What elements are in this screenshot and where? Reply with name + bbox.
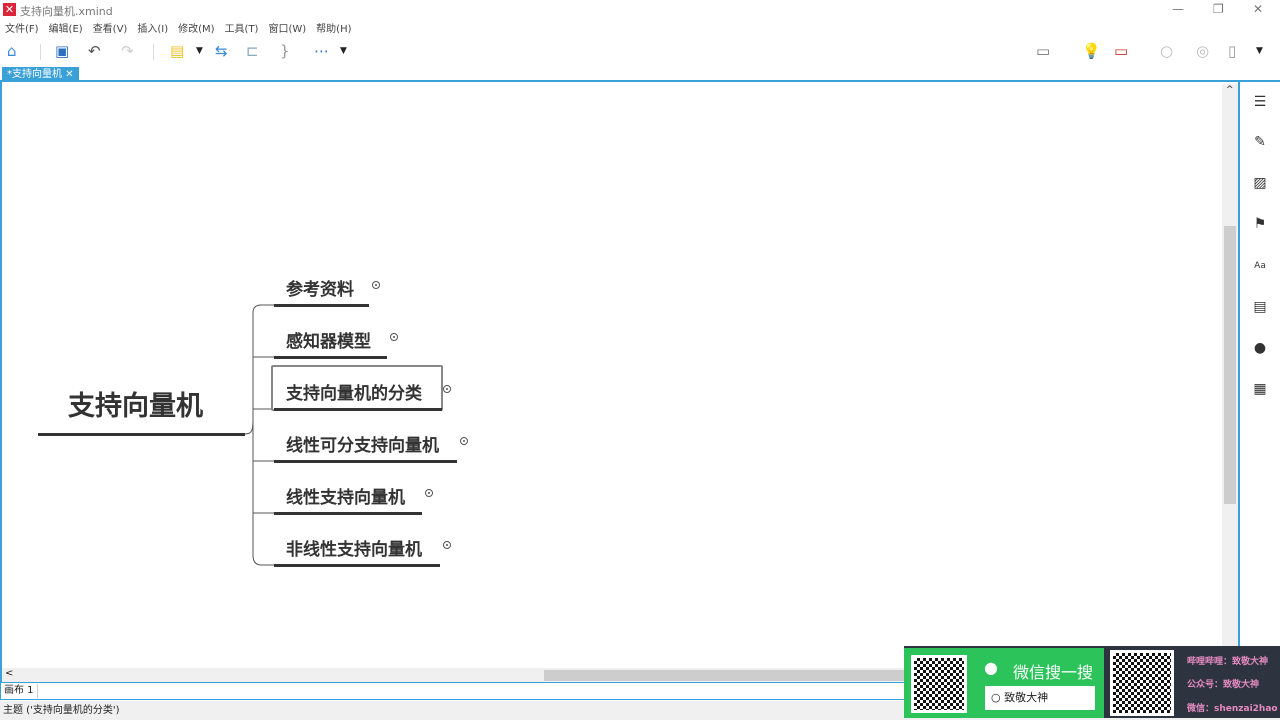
topic-underline <box>274 304 369 307</box>
expand-icon[interactable] <box>460 437 468 445</box>
expand-icon[interactable] <box>390 333 398 341</box>
central-topic[interactable]: 支持向量机 <box>68 384 203 423</box>
qr-code-image <box>1110 650 1174 716</box>
topic-nonlinear-svm[interactable]: 非线性支持向量机 <box>286 535 422 560</box>
topic-linear-separable-svm[interactable]: 线性可分支持向量机 <box>286 431 439 456</box>
expand-icon[interactable] <box>443 541 451 549</box>
horizontal-scroll-thumb[interactable] <box>544 670 904 681</box>
topic-underline <box>274 512 422 515</box>
bilibili-label: 哔哩哔哩：致敬大神 <box>1187 657 1269 667</box>
task-icon[interactable]: ▦ <box>1252 381 1268 397</box>
outline-icon[interactable]: ☰ <box>1252 94 1268 110</box>
topic-underline <box>274 460 457 463</box>
central-topic-underline <box>38 433 245 436</box>
expand-icon[interactable] <box>425 489 433 497</box>
scroll-left-icon[interactable]: < <box>5 668 13 679</box>
vertical-scroll-thumb[interactable] <box>1224 226 1236 504</box>
font-icon[interactable]: Aa <box>1252 258 1268 274</box>
topic-underline <box>274 408 442 411</box>
search-value: 致敬大神 <box>1004 691 1049 704</box>
official-account-label: 公众号：致敬大神 <box>1187 680 1260 690</box>
topic-linear-svm[interactable]: 线性支持向量机 <box>286 483 405 508</box>
right-sidebar: ☰ ✎ ▨ ⚑ Aa ▤ ● ▦ <box>1240 82 1280 682</box>
topic-svm-classification[interactable]: 支持向量机的分类 <box>286 379 422 404</box>
wechat-id-label: 微信：shenzai2hao <box>1187 704 1278 714</box>
topic-underline <box>274 356 387 359</box>
notes-icon[interactable]: ▤ <box>1252 299 1268 315</box>
format-brush-icon[interactable]: ✎ <box>1252 134 1268 150</box>
search-icon: ○ <box>991 691 1005 704</box>
flag-icon[interactable]: ⚑ <box>1252 216 1268 232</box>
wechat-search-title: 微信搜一搜 <box>1013 663 1094 682</box>
topic-references[interactable]: 参考资料 <box>286 275 354 300</box>
expand-icon[interactable] <box>443 385 451 393</box>
topic-perceptron[interactable]: 感知器模型 <box>286 327 371 352</box>
scroll-up-icon[interactable]: ^ <box>1226 85 1234 95</box>
connector-lines <box>244 304 274 566</box>
expand-icon[interactable] <box>372 281 380 289</box>
qr-code-image <box>911 655 967 713</box>
topic-underline <box>274 564 440 567</box>
comment-icon[interactable]: ● <box>1252 340 1268 356</box>
sheet-tab[interactable]: 画布 1 <box>4 684 38 698</box>
wechat-icon: ● <box>984 658 998 677</box>
image-icon[interactable]: ▨ <box>1252 175 1268 191</box>
wechat-search-box: ○ 致敬大神 <box>985 686 1095 710</box>
